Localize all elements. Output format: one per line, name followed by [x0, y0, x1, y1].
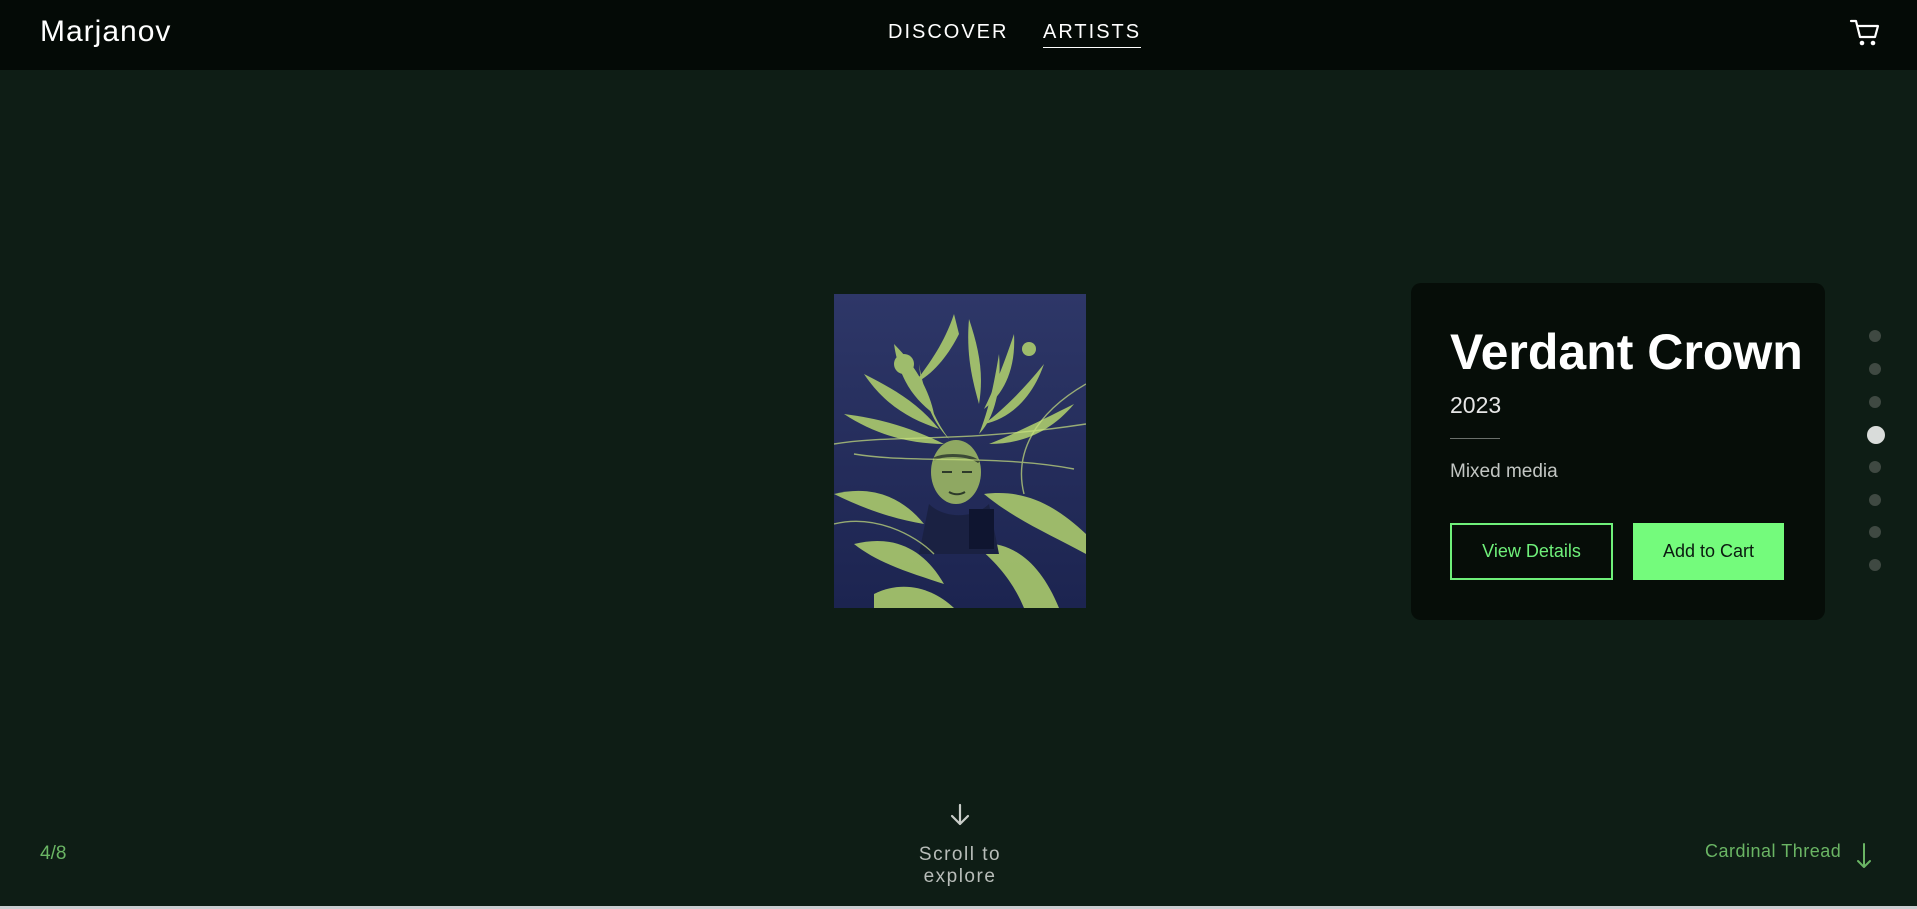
nav-link-discover[interactable]: DISCOVER [888, 21, 1008, 47]
slide-pagination-dots [1867, 330, 1885, 571]
pagination-dot-8[interactable] [1869, 559, 1881, 571]
pagination-dot-6[interactable] [1869, 494, 1881, 506]
arrow-down-icon[interactable] [1855, 842, 1873, 870]
shopping-cart-icon[interactable] [1849, 18, 1881, 48]
next-artwork-link[interactable]: Cardinal Thread [1705, 841, 1841, 862]
view-details-button[interactable]: View Details [1450, 523, 1613, 580]
artwork-year: 2023 [1450, 392, 1502, 418]
brand-logo[interactable]: Marjanov [40, 15, 171, 49]
artwork-info-card: Verdant Crown 2023 Mixed media View Deta… [1411, 283, 1825, 620]
artwork-medium: Mixed media [1450, 461, 1558, 482]
slide-counter: 4/8 [40, 843, 67, 864]
add-to-cart-button[interactable]: Add to Cart [1633, 523, 1784, 580]
divider [1450, 438, 1500, 439]
arrow-down-icon [948, 802, 972, 828]
pagination-dot-5[interactable] [1869, 461, 1881, 473]
pagination-dot-2[interactable] [1869, 363, 1881, 375]
pagination-dot-4-active[interactable] [1867, 426, 1885, 444]
artwork-title: Verdant Crown [1450, 324, 1803, 380]
pagination-dot-1[interactable] [1869, 330, 1881, 342]
top-navbar: Marjanov DISCOVER ARTISTS [0, 0, 1917, 70]
scroll-hint: Scroll to explore [918, 844, 1002, 887]
pagination-dot-7[interactable] [1869, 526, 1881, 538]
artwork-image[interactable] [834, 294, 1086, 608]
nav-link-artists[interactable]: ARTISTS [1043, 21, 1142, 48]
pagination-dot-3[interactable] [1869, 396, 1881, 408]
